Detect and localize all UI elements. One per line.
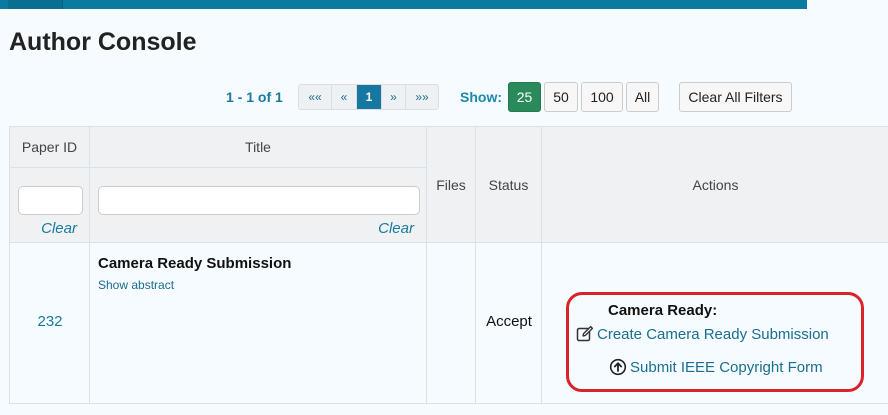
submit-ieee-copyright-text: Submit IEEE Copyright Form [630,358,823,376]
paper-id-filter-input[interactable] [18,186,83,215]
show-50-button[interactable]: 50 [544,82,578,112]
table-row-files-cell [427,243,476,405]
filter-cell-title: Clear [90,168,427,243]
header-paper-id[interactable]: Paper ID [10,127,90,168]
show-label: Show: [460,89,502,105]
header-title[interactable]: Title [90,127,427,168]
title-filter-input[interactable] [98,186,420,215]
pagination: «« « 1 » »» [298,84,439,110]
prev-page-button[interactable]: « [332,85,357,109]
clear-all-filters-button[interactable]: Clear All Filters [679,82,792,112]
header-files: Files [427,127,476,243]
paper-id-link[interactable]: 232 [10,313,90,330]
show-100-button[interactable]: 100 [581,82,623,112]
title-clear-link[interactable]: Clear [378,220,414,237]
table-row-status-cell: Accept [476,243,542,405]
show-abstract-link[interactable]: Show abstract [98,278,174,292]
create-camera-ready-text: Create Camera Ready Submission [597,325,829,343]
paper-id-clear-link[interactable]: Clear [41,220,77,237]
upload-circle-icon [609,358,627,376]
table-row-paper-id-cell: 232 [10,243,90,405]
table-bottom-edge [9,403,888,415]
show-all-button[interactable]: All [626,82,659,112]
page-title: Author Console [9,28,197,56]
status-text: Accept [486,313,532,330]
camera-ready-label: Camera Ready: [608,302,718,319]
first-page-button[interactable]: «« [299,85,332,109]
last-page-button[interactable]: »» [406,85,438,109]
paper-title: Camera Ready Submission [98,255,292,272]
pager-info: 1 - 1 of 1 [226,89,283,105]
page-1-button[interactable]: 1 [357,85,382,109]
create-camera-ready-link[interactable]: Create Camera Ready Submission [576,325,829,343]
header-actions: Actions [542,127,888,243]
table-row-title-cell: Camera Ready Submission Show abstract [90,243,427,405]
filter-cell-paper-id: Clear [10,168,90,243]
show-25-button[interactable]: 25 [508,82,541,112]
edit-icon [576,325,594,342]
top-navbar [0,0,807,9]
next-page-button[interactable]: » [382,85,406,109]
header-status[interactable]: Status [476,127,542,243]
navbar-tab[interactable] [8,0,63,9]
submit-ieee-copyright-link[interactable]: Submit IEEE Copyright Form [609,358,823,376]
